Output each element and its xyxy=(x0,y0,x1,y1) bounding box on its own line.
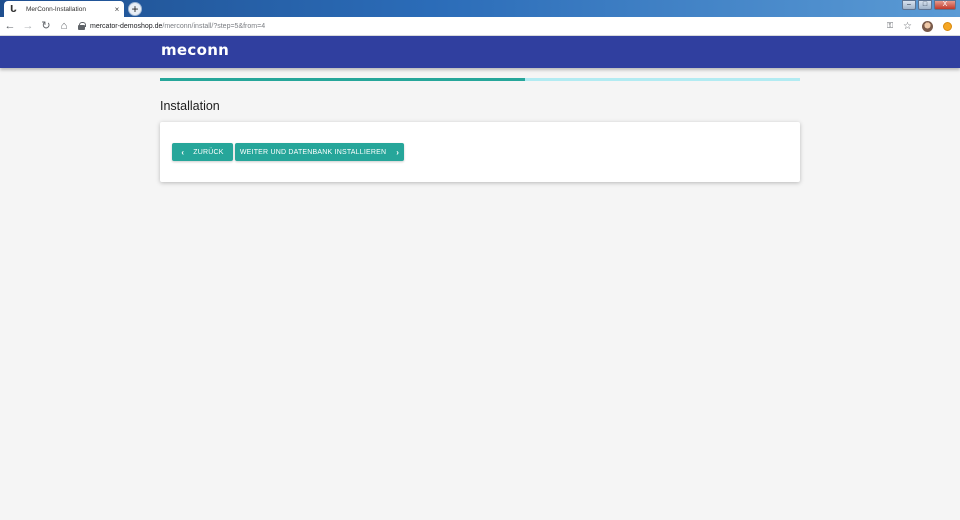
install-database-button-label: WEITER UND DATENBANK INSTALLIEREN xyxy=(239,148,387,156)
page-title: Installation xyxy=(160,99,220,113)
close-window-button[interactable]: X xyxy=(934,0,956,10)
app-header: meconn xyxy=(0,36,960,68)
maximize-button[interactable]: □ xyxy=(918,0,932,10)
extension-icon[interactable] xyxy=(943,21,952,31)
back-arrow-icon[interactable]: ← xyxy=(2,18,18,34)
minimize-button[interactable]: – xyxy=(902,0,916,10)
installation-progress-bar xyxy=(160,78,800,81)
lock-icon[interactable] xyxy=(78,22,86,30)
url-path: /merconn/install/?step=5&from=4 xyxy=(162,22,266,30)
toolbar-actions: ⚿ ☆ xyxy=(887,20,952,32)
back-button[interactable]: ‹ ZURÜCK xyxy=(172,143,233,161)
install-database-button[interactable]: WEITER UND DATENBANK INSTALLIEREN › xyxy=(235,143,404,161)
chevron-left-icon: ‹ xyxy=(181,147,185,157)
window-controls: – □ X xyxy=(902,0,956,10)
new-tab-button[interactable]: + xyxy=(128,2,142,16)
reload-icon[interactable]: ↻ xyxy=(38,18,54,34)
progress-fill xyxy=(160,78,525,81)
chevron-right-icon: › xyxy=(396,147,400,157)
forward-arrow-icon[interactable]: → xyxy=(20,18,36,34)
url-host: mercator-demoshop.de xyxy=(90,22,163,30)
tab-title: MerConn-Installation xyxy=(26,5,86,13)
tab-close-icon[interactable]: × xyxy=(112,5,122,14)
meconn-logo[interactable]: meconn xyxy=(161,41,229,59)
bookmark-star-icon[interactable]: ☆ xyxy=(903,21,912,32)
browser-title-bar: ᒐ MerConn-Installation × + – □ X xyxy=(0,0,960,17)
browser-tab[interactable]: ᒐ MerConn-Installation × xyxy=(4,1,124,17)
browser-toolbar: ← → ↻ ⌂ mercator-demoshop.de /merconn/in… xyxy=(0,17,960,36)
tab-favicon-icon: ᒐ xyxy=(10,3,17,14)
address-bar[interactable]: mercator-demoshop.de /merconn/install/?s… xyxy=(78,19,887,34)
profile-avatar[interactable] xyxy=(922,20,933,32)
password-key-icon[interactable]: ⚿ xyxy=(887,21,893,31)
installation-card: ‹ ZURÜCK WEITER UND DATENBANK INSTALLIER… xyxy=(160,122,800,182)
home-icon[interactable]: ⌂ xyxy=(56,18,72,34)
back-button-label: ZURÜCK xyxy=(193,148,224,156)
